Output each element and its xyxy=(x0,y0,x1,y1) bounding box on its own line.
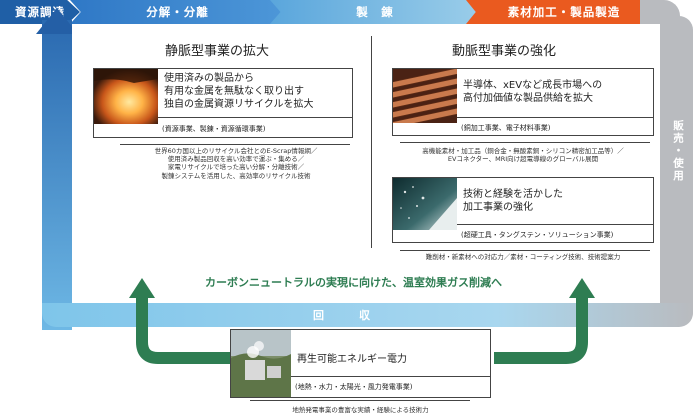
processing-card-text: 技術と経験を活かした 加工事業の強化 xyxy=(463,188,563,214)
venous-card-sub: (資源事業、製錬・資源循環事業) xyxy=(162,125,266,133)
geothermal-plant-photo xyxy=(231,330,291,397)
venous-notes: 世界60カ国以上のリサイクル会社とのE-Scrap情報網／ 使用済み製品回収を高… xyxy=(106,147,366,180)
card-line: 技術と経験を活かした xyxy=(463,189,563,200)
card-line: 高付加価値な製品供給を拡大 xyxy=(463,93,593,104)
note-line-text: 難削材・新素材への対応力／素材・コーティング技術、技術提案力 xyxy=(425,253,621,261)
left-section-title: 静脈型事業の拡大 xyxy=(165,44,270,59)
note-line xyxy=(400,250,650,251)
venous-business-card: 使用済みの製品から 有用な金属を無駄なく取り出す 独自の金属資源リサイクルを拡大… xyxy=(93,68,353,138)
recovery-label: 回 収 xyxy=(313,309,382,322)
right-section-title: 動脈型事業の強化 xyxy=(452,44,557,59)
molten-metal-photo xyxy=(94,69,158,124)
card-line: 加工事業の強化 xyxy=(463,202,533,213)
note-line-text: EVコネクター、MRI向け超電導線のグローバル展開 xyxy=(447,155,599,164)
geothermal-note: 地熱発電事業の豊富な実績・経験による技術力 xyxy=(292,406,429,414)
stage-label: 分解・分離 xyxy=(146,5,209,19)
note-line-text: 世界60カ国以上のリサイクル会社とのE-Scrap情報網／ xyxy=(154,147,318,155)
venous-card-text: 使用済みの製品から 有用な金属を無駄なく取り出す 独自の金属資源リサイクルを拡大 xyxy=(164,72,314,111)
renewable-energy-card: 再生可能エネルギー電力 (地熱・水力・太陽光・風力発電事業) xyxy=(230,329,491,398)
card-line: 有用な金属を無駄なく取り出す xyxy=(164,86,304,97)
note-line-text: 家電リサイクルで培った高い分解・分離技術／ xyxy=(167,163,305,172)
stage-smelting: 製 錬 xyxy=(270,0,480,24)
arterial-business-card: 半導体、xEVなど成長市場への 高付加価値な製品供給を拡大 (銅加工事業、電子材… xyxy=(392,68,654,136)
arterial-card-text: 半導体、xEVなど成長市場への 高付加価値な製品供給を拡大 xyxy=(463,79,602,105)
processing-notes: 難削材・新素材への対応力／素材・コーティング技術、技術提案力 xyxy=(388,253,658,261)
center-divider xyxy=(371,36,372,248)
machining-tool-photo xyxy=(393,178,457,230)
copper-bars-photo xyxy=(393,69,457,123)
green-arrow-right-icon xyxy=(494,278,595,364)
stage-material-processing: 素材加工・製品製造 xyxy=(466,0,662,24)
processing-business-card: 技術と経験を活かした 加工事業の強化 (超硬工具・タングステン・ソリューション事… xyxy=(392,177,654,243)
card-line: 半導体、xEVなど成長市場への xyxy=(463,80,603,91)
stage-disassembly-separation: 分解・分離 xyxy=(70,0,285,24)
note-line-text: 高機能素材・加工品（銅合金・無酸素銅・シリコン精密加工品等）／ xyxy=(422,147,624,155)
arterial-card-sub: (銅加工事業、電子材料事業) xyxy=(461,124,551,132)
note-line xyxy=(250,400,470,401)
card-line: 使用済みの製品から xyxy=(164,73,254,84)
note-line xyxy=(400,142,650,143)
stage-label: 製 錬 xyxy=(356,5,394,19)
card-subline xyxy=(158,117,353,118)
stage-label: 素材加工・製品製造 xyxy=(507,5,621,19)
note-line-text: 製錬システムを活用した、高効率のリサイクル技術 xyxy=(161,171,311,180)
green-arrow-left-icon xyxy=(129,278,230,364)
processing-card-sub: (超硬工具・タングステン・ソリューション事業) xyxy=(461,231,614,239)
card-subline xyxy=(457,224,654,225)
note-line xyxy=(120,144,350,145)
sales-use-label: 販売・使用 xyxy=(672,120,684,183)
renewable-energy-title: 再生可能エネルギー電力 xyxy=(297,354,407,365)
arterial-notes: 高機能素材・加工品（銅合金・無酸素銅・シリコン精密加工品等）／ EVコネクター、… xyxy=(378,147,668,163)
carbon-neutral-message: カーボンニュートラルの実現に向けた、温室効果ガス削減へ xyxy=(205,276,502,289)
renewable-energy-sub: (地熱・水力・太陽光・風力発電事業) xyxy=(295,383,413,391)
card-line: 独自の金属資源リサイクルを拡大 xyxy=(164,99,314,110)
resource-band xyxy=(42,20,72,330)
card-subline xyxy=(291,376,491,377)
card-subline xyxy=(457,117,654,118)
